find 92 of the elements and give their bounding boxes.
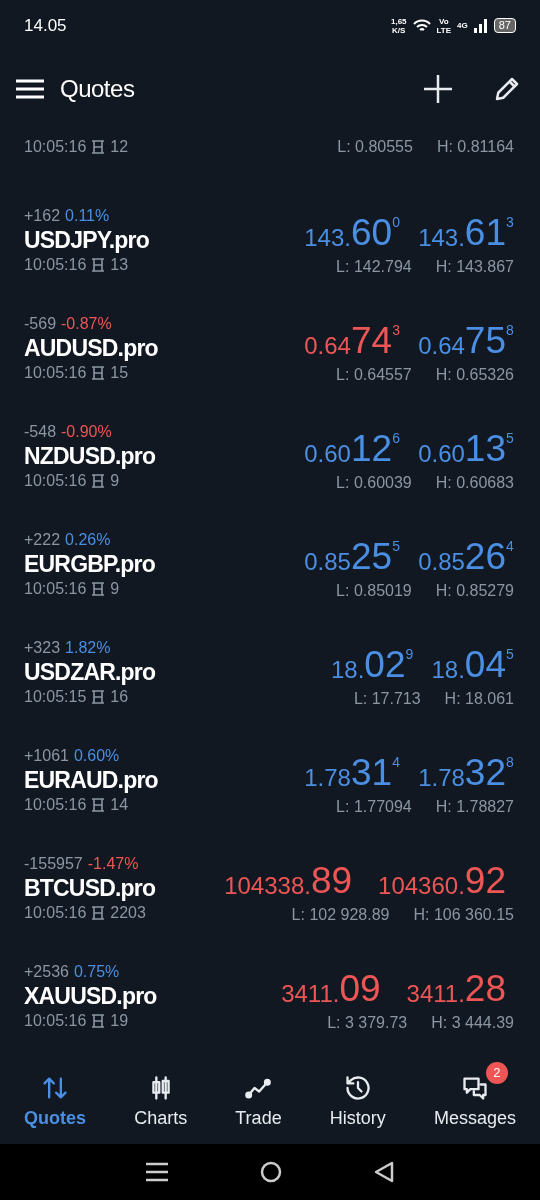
spread-icon bbox=[91, 365, 106, 380]
symbol-name[interactable]: AUDUSD.pro bbox=[24, 334, 305, 362]
menu-icon[interactable] bbox=[16, 77, 44, 100]
change-points: +323 bbox=[24, 638, 61, 657]
spread-icon bbox=[91, 905, 106, 920]
symbol-name[interactable]: USDZAR.pro bbox=[24, 658, 331, 686]
unread-badge: 2 bbox=[485, 1061, 508, 1084]
low-price: L: 0.85019 bbox=[336, 582, 412, 601]
high-price: H: 143.867 bbox=[435, 258, 514, 277]
nav-tab[interactable]: Charts bbox=[130, 1061, 192, 1133]
spread-value: 2203 bbox=[110, 903, 146, 922]
network-type: 4G bbox=[457, 21, 468, 31]
change-percent: 0.60% bbox=[73, 746, 120, 765]
change-percent: 1.82% bbox=[65, 638, 111, 657]
quote-time: 10:05:16 bbox=[24, 138, 87, 157]
change-percent: -1.47% bbox=[87, 854, 139, 873]
bid-price: 3411.09 bbox=[281, 968, 382, 1011]
symbol-name[interactable]: NZDUSD.pro bbox=[24, 442, 305, 470]
quote-time: 10:05:16 bbox=[24, 471, 87, 490]
low-price: L: 17.713 bbox=[353, 690, 421, 709]
status-time: 14.05 bbox=[24, 15, 67, 36]
spread-value: 15 bbox=[110, 363, 129, 382]
nav-tab[interactable]: Messages 2 bbox=[429, 1061, 520, 1133]
bid-price: 104338.89 bbox=[224, 860, 354, 903]
quote-time: 10:05:15 bbox=[24, 687, 87, 706]
low-price: L: 0.64557 bbox=[336, 366, 412, 385]
spread-icon bbox=[91, 581, 106, 596]
symbol-name[interactable]: EURAUD.pro bbox=[24, 766, 305, 794]
quote-time: 10:05:16 bbox=[24, 579, 87, 598]
symbol-name[interactable]: EURGBP.pro bbox=[24, 550, 305, 578]
high-price: H: 0.85279 bbox=[435, 582, 514, 601]
spread-icon bbox=[91, 140, 106, 155]
history-icon bbox=[343, 1073, 372, 1102]
change-percent: -0.90% bbox=[61, 422, 112, 441]
quote-time: 10:05:16 bbox=[24, 255, 87, 274]
symbol-name[interactable]: BTCUSD.pro bbox=[24, 874, 225, 902]
change-points: -155957 bbox=[24, 854, 83, 873]
high-price: H: 1.78827 bbox=[435, 798, 514, 817]
low-price: L: 1.77094 bbox=[336, 798, 412, 817]
network-speed: 1,65 K/S bbox=[391, 16, 407, 35]
spread-value: 13 bbox=[110, 255, 129, 274]
low-price: L: 3 379.73 bbox=[327, 1014, 408, 1033]
battery-level: 87 bbox=[493, 18, 516, 34]
quote-time: 10:05:16 bbox=[24, 903, 87, 922]
nav-tab[interactable]: History bbox=[325, 1061, 390, 1133]
spread-icon bbox=[91, 473, 106, 488]
change-points: -569 bbox=[24, 314, 57, 333]
spread-value: 12 bbox=[110, 138, 129, 157]
symbol-name[interactable]: USDJPY.pro bbox=[24, 226, 305, 254]
spread-icon bbox=[91, 797, 106, 812]
volte-label: Vo LTE bbox=[436, 16, 452, 35]
spread-value: 14 bbox=[110, 795, 129, 814]
high-price: H: 0.65326 bbox=[435, 366, 514, 385]
change-points: +162 bbox=[24, 206, 61, 225]
symbol-name[interactable]: XAUUSD.pro bbox=[24, 982, 282, 1010]
wifi-icon bbox=[412, 18, 431, 33]
high-price: H: 0.81164 bbox=[436, 138, 514, 157]
low-price: L: 0.80555 bbox=[337, 138, 413, 157]
nav-tab[interactable]: Trade bbox=[231, 1061, 286, 1133]
change-points: -548 bbox=[24, 422, 57, 441]
high-price: H: 0.60683 bbox=[435, 474, 514, 493]
change-percent: 0.26% bbox=[65, 530, 111, 549]
change-percent: -0.87% bbox=[61, 314, 112, 333]
high-price: H: 106 360.15 bbox=[413, 906, 514, 925]
quote-time: 10:05:16 bbox=[24, 363, 87, 382]
change-points: +2536 bbox=[24, 962, 69, 981]
recents-icon[interactable] bbox=[146, 1161, 168, 1182]
spread-value: 9 bbox=[110, 579, 120, 598]
change-percent: 0.11% bbox=[65, 206, 110, 225]
spread-value: 19 bbox=[110, 1011, 129, 1030]
ask-price: 104360.92 bbox=[378, 860, 507, 903]
low-price: L: 142.794 bbox=[336, 258, 412, 277]
back-icon[interactable] bbox=[374, 1160, 394, 1183]
high-price: H: 3 444.39 bbox=[431, 1014, 514, 1033]
ask-price: 3411.28 bbox=[406, 968, 507, 1011]
spread-icon bbox=[91, 1013, 106, 1028]
spread-value: 16 bbox=[110, 687, 129, 706]
nav-tab[interactable]: Quotes bbox=[20, 1061, 91, 1133]
signal-icon bbox=[473, 18, 488, 33]
page-title: Quotes bbox=[60, 74, 136, 103]
home-icon[interactable] bbox=[260, 1160, 282, 1183]
change-points: +222 bbox=[24, 530, 61, 549]
low-price: L: 0.60039 bbox=[336, 474, 412, 493]
change-points: +1061 bbox=[24, 746, 69, 765]
change-percent: 0.75% bbox=[73, 962, 120, 981]
quote-time: 10:05:16 bbox=[24, 795, 87, 814]
spread-icon bbox=[91, 689, 106, 704]
low-price: L: 102 928.89 bbox=[291, 906, 390, 925]
spread-icon bbox=[91, 257, 106, 272]
high-price: H: 18.061 bbox=[444, 690, 514, 709]
spread-value: 9 bbox=[110, 471, 120, 490]
quote-time: 10:05:16 bbox=[24, 1011, 87, 1030]
